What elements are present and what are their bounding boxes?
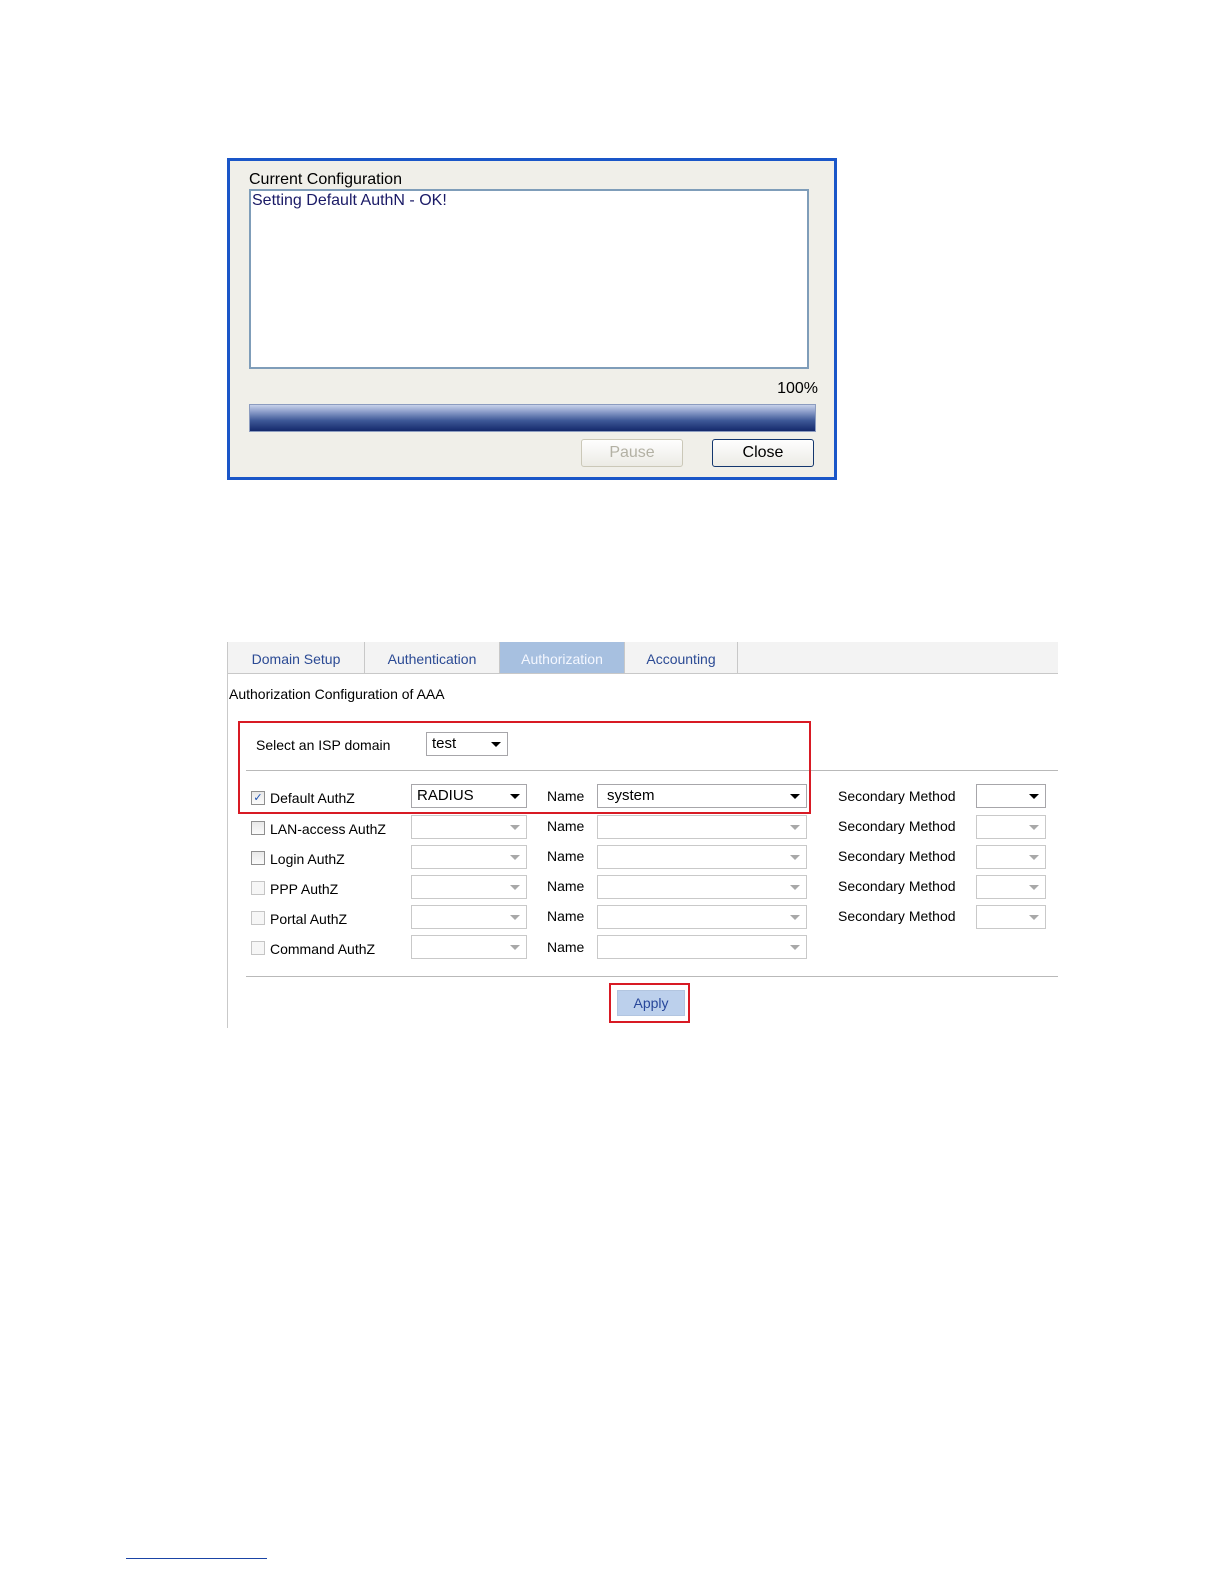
ppp-authz-secondary-select[interactable]: [976, 875, 1046, 899]
close-button[interactable]: Close: [712, 439, 814, 467]
chevron-down-icon: [1029, 885, 1039, 890]
chevron-down-icon: [1029, 794, 1039, 799]
chevron-down-icon: [790, 915, 800, 920]
chevron-down-icon: [1029, 825, 1039, 830]
default-authz-secondary-select[interactable]: [976, 784, 1046, 808]
login-authz-secondary-select[interactable]: [976, 845, 1046, 869]
chevron-down-icon: [790, 945, 800, 950]
chevron-down-icon: [510, 915, 520, 920]
apply-button[interactable]: Apply: [617, 990, 685, 1016]
ppp-authz-checkbox[interactable]: [251, 881, 265, 895]
tab-domain-setup[interactable]: Domain Setup: [228, 642, 365, 673]
login-authz-checkbox[interactable]: [251, 851, 265, 865]
lan-access-authz-method-select[interactable]: [411, 815, 527, 839]
ppp-authz-label: PPP AuthZ: [270, 881, 339, 897]
chevron-down-icon: [510, 885, 520, 890]
lan-access-authz-secondary-select[interactable]: [976, 815, 1046, 839]
portal-authz-name-label: Name: [547, 908, 585, 924]
ppp-authz-method-select[interactable]: [411, 875, 527, 899]
login-authz-name-label: Name: [547, 848, 585, 864]
default-authz-secondary-label: Secondary Method: [838, 788, 956, 804]
command-authz-label: Command AuthZ: [270, 941, 376, 957]
chevron-down-icon: [1029, 915, 1039, 920]
tab-authorization[interactable]: Authorization: [500, 642, 625, 673]
ppp-authz-name-label: Name: [547, 878, 585, 894]
pause-button[interactable]: Pause: [581, 439, 683, 467]
panel-border: [227, 642, 228, 1028]
command-authz-checkbox[interactable]: [251, 941, 265, 955]
portal-authz-secondary-label: Secondary Method: [838, 908, 956, 924]
command-authz-name-label: Name: [547, 939, 585, 955]
chevron-down-icon: [790, 855, 800, 860]
config-progress-dialog: Current Configuration Setting Default Au…: [227, 158, 837, 480]
portal-authz-checkbox[interactable]: [251, 911, 265, 925]
command-authz-method-select[interactable]: [411, 935, 527, 959]
chevron-down-icon: [790, 825, 800, 830]
highlight-box: [238, 721, 811, 814]
lan-access-authz-label: LAN-access AuthZ: [270, 821, 386, 837]
aaa-panel: Domain Setup Authentication Authorizatio…: [227, 642, 1058, 1028]
login-authz-label: Login AuthZ: [270, 851, 345, 867]
login-authz-method-select[interactable]: [411, 845, 527, 869]
ppp-authz-secondary-label: Secondary Method: [838, 878, 956, 894]
chevron-down-icon: [790, 885, 800, 890]
section-title: Authorization Configuration of AAA: [229, 686, 445, 702]
progress-bar-fill: [250, 405, 815, 431]
divider: [246, 976, 1058, 977]
portal-authz-name-select[interactable]: [597, 905, 807, 929]
progress-bar: [249, 404, 816, 432]
footnote-rule: [126, 1558, 267, 1559]
progress-percent: 100%: [777, 380, 818, 397]
login-authz-name-select[interactable]: [597, 845, 807, 869]
tab-accounting[interactable]: Accounting: [625, 642, 738, 673]
login-authz-secondary-label: Secondary Method: [838, 848, 956, 864]
ppp-authz-name-select[interactable]: [597, 875, 807, 899]
chevron-down-icon: [510, 945, 520, 950]
lan-access-authz-secondary-label: Secondary Method: [838, 818, 956, 834]
command-authz-name-select[interactable]: [597, 935, 807, 959]
tab-authentication[interactable]: Authentication: [365, 642, 500, 673]
chevron-down-icon: [1029, 855, 1039, 860]
portal-authz-secondary-select[interactable]: [976, 905, 1046, 929]
portal-authz-method-select[interactable]: [411, 905, 527, 929]
chevron-down-icon: [510, 855, 520, 860]
lan-access-authz-checkbox[interactable]: [251, 821, 265, 835]
lan-access-authz-name-select[interactable]: [597, 815, 807, 839]
lan-access-authz-name-label: Name: [547, 818, 585, 834]
dialog-title: Current Configuration: [249, 171, 402, 188]
portal-authz-label: Portal AuthZ: [270, 911, 348, 927]
config-log-textarea[interactable]: Setting Default AuthN - OK!: [249, 189, 809, 369]
chevron-down-icon: [510, 825, 520, 830]
tab-bar: Domain Setup Authentication Authorizatio…: [228, 642, 1058, 674]
